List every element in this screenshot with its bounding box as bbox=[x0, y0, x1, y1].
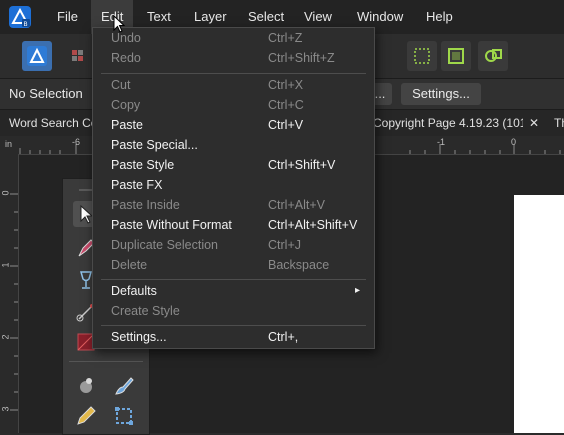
ruler-v-ticks bbox=[10, 193, 18, 411]
menu-file[interactable]: File bbox=[47, 0, 88, 34]
menu-item-shortcut: Ctrl+Shift+Z bbox=[268, 51, 335, 65]
tab-third[interactable]: Th bbox=[554, 110, 564, 136]
menu-item-redo[interactable]: Redo Ctrl+Shift+Z bbox=[93, 48, 374, 68]
menu-item-label: Paste Without Format bbox=[111, 218, 232, 232]
snap-objects-button[interactable] bbox=[478, 41, 508, 71]
menu-item-shortcut: Ctrl+, bbox=[268, 330, 299, 344]
menu-item-shortcut: Ctrl+Alt+Shift+V bbox=[268, 218, 358, 232]
settings-button[interactable]: Settings... bbox=[401, 83, 481, 105]
vertical-ruler: 0 1 2 3 bbox=[0, 154, 19, 433]
menu-item-create-style[interactable]: Create Style bbox=[93, 301, 374, 321]
menu-item-paste-inside[interactable]: Paste Inside Ctrl+Alt+V bbox=[93, 195, 374, 215]
menu-item-label: Create Style bbox=[111, 304, 180, 318]
menu-item-paste-style[interactable]: Paste Style Ctrl+Shift+V bbox=[93, 155, 374, 175]
menu-separator bbox=[101, 325, 366, 326]
brush-tool[interactable] bbox=[111, 373, 137, 399]
publisher-persona-icon bbox=[27, 46, 47, 66]
selection-status: No Selection bbox=[9, 86, 83, 101]
affinity-publisher-logo-icon[interactable]: B bbox=[8, 5, 32, 29]
pencil-icon bbox=[77, 406, 96, 425]
tab-close-icon[interactable]: ✕ bbox=[529, 110, 541, 136]
tools-divider bbox=[69, 361, 143, 362]
menu-item-copy[interactable]: Copy Ctrl+C bbox=[93, 95, 374, 115]
menu-item-label: Duplicate Selection bbox=[111, 238, 219, 252]
pencil-tool[interactable] bbox=[73, 403, 99, 429]
menu-item-shortcut: Ctrl+Z bbox=[268, 31, 303, 45]
menu-item-label: Paste bbox=[111, 118, 143, 132]
mouse-cursor-icon bbox=[113, 15, 125, 33]
menu-item-defaults[interactable]: Defaults ▸ bbox=[93, 281, 374, 301]
menu-help[interactable]: Help bbox=[416, 0, 463, 34]
menu-item-shortcut: Backspace bbox=[268, 258, 330, 272]
ruler-h-label: -1 bbox=[437, 137, 446, 147]
menu-item-cut[interactable]: Cut Ctrl+X bbox=[93, 75, 374, 95]
tab-copyright-page[interactable]: Copyright Page 4.19.23 (101... bbox=[373, 110, 523, 136]
menu-item-settings[interactable]: Settings... Ctrl+, bbox=[93, 327, 374, 347]
menu-separator bbox=[101, 73, 366, 74]
place-image-tool[interactable] bbox=[73, 373, 99, 399]
text-frame-icon bbox=[115, 407, 133, 425]
ruler-h-label: 0 bbox=[511, 137, 517, 147]
document-page[interactable] bbox=[514, 195, 564, 433]
menu-item-label: Settings... bbox=[111, 330, 167, 344]
tab-word-search-cover[interactable]: Word Search Cov bbox=[9, 110, 94, 136]
menu-item-label: Paste FX bbox=[111, 178, 163, 192]
photo-persona-icon bbox=[72, 50, 83, 61]
menu-item-shortcut: Ctrl+Alt+V bbox=[268, 198, 325, 212]
snap-bounds-icon bbox=[448, 48, 464, 64]
menu-item-paste-fx[interactable]: Paste FX bbox=[93, 175, 374, 195]
menu-item-shortcut: Ctrl+X bbox=[268, 78, 304, 92]
menu-item-delete[interactable]: Delete Backspace bbox=[93, 255, 374, 275]
menu-item-paste-without-format[interactable]: Paste Without Format Ctrl+Alt+Shift+V bbox=[93, 215, 374, 235]
menu-item-label: Delete bbox=[111, 258, 148, 272]
menu-item-paste-special[interactable]: Paste Special... bbox=[93, 135, 374, 155]
submenu-arrow-icon: ▸ bbox=[355, 285, 361, 296]
photo-persona-button[interactable] bbox=[64, 41, 94, 71]
menu-item-label: Cut bbox=[111, 78, 131, 92]
edit-menu-dropdown: Undo Ctrl+Z Redo Ctrl+Shift+Z Cut Ctrl+X… bbox=[92, 27, 375, 349]
menu-item-label: Defaults bbox=[111, 284, 157, 298]
text-frame-tool[interactable] bbox=[111, 403, 137, 429]
menu-item-label: Paste Inside bbox=[111, 198, 180, 212]
menu-item-label: Copy bbox=[111, 98, 141, 112]
menu-item-shortcut: Ctrl+J bbox=[268, 238, 301, 252]
image-place-icon bbox=[80, 378, 92, 393]
menu-item-shortcut: Ctrl+Shift+V bbox=[268, 158, 336, 172]
paintbrush-icon bbox=[115, 377, 134, 395]
menu-separator bbox=[101, 279, 366, 280]
ruler-v-label: 1 bbox=[0, 262, 11, 268]
snap-bounds-button[interactable] bbox=[441, 41, 471, 71]
svg-text:B: B bbox=[24, 21, 28, 28]
menu-item-paste[interactable]: Paste Ctrl+V bbox=[93, 115, 374, 135]
menu-item-shortcut: Ctrl+C bbox=[268, 98, 304, 112]
ruler-unit-label: in bbox=[5, 139, 13, 149]
menu-item-label: Redo bbox=[111, 51, 141, 65]
ruler-v-label: 2 bbox=[0, 334, 11, 340]
snap-objects-icon bbox=[485, 49, 502, 62]
snap-grid-icon bbox=[414, 48, 430, 64]
menu-item-label: Paste Special... bbox=[111, 138, 198, 152]
ruler-v-label: 3 bbox=[0, 406, 11, 412]
menu-item-duplicate-selection[interactable]: Duplicate Selection Ctrl+J bbox=[93, 235, 374, 255]
publisher-persona-button[interactable] bbox=[22, 41, 52, 71]
menu-item-undo[interactable]: Undo Ctrl+Z bbox=[93, 28, 374, 48]
menu-item-label: Paste Style bbox=[111, 158, 175, 172]
ruler-h-label: -6 bbox=[72, 137, 81, 147]
ruler-v-label: 0 bbox=[0, 190, 11, 196]
menu-item-shortcut: Ctrl+V bbox=[268, 118, 304, 132]
snap-grid-button[interactable] bbox=[407, 41, 437, 71]
